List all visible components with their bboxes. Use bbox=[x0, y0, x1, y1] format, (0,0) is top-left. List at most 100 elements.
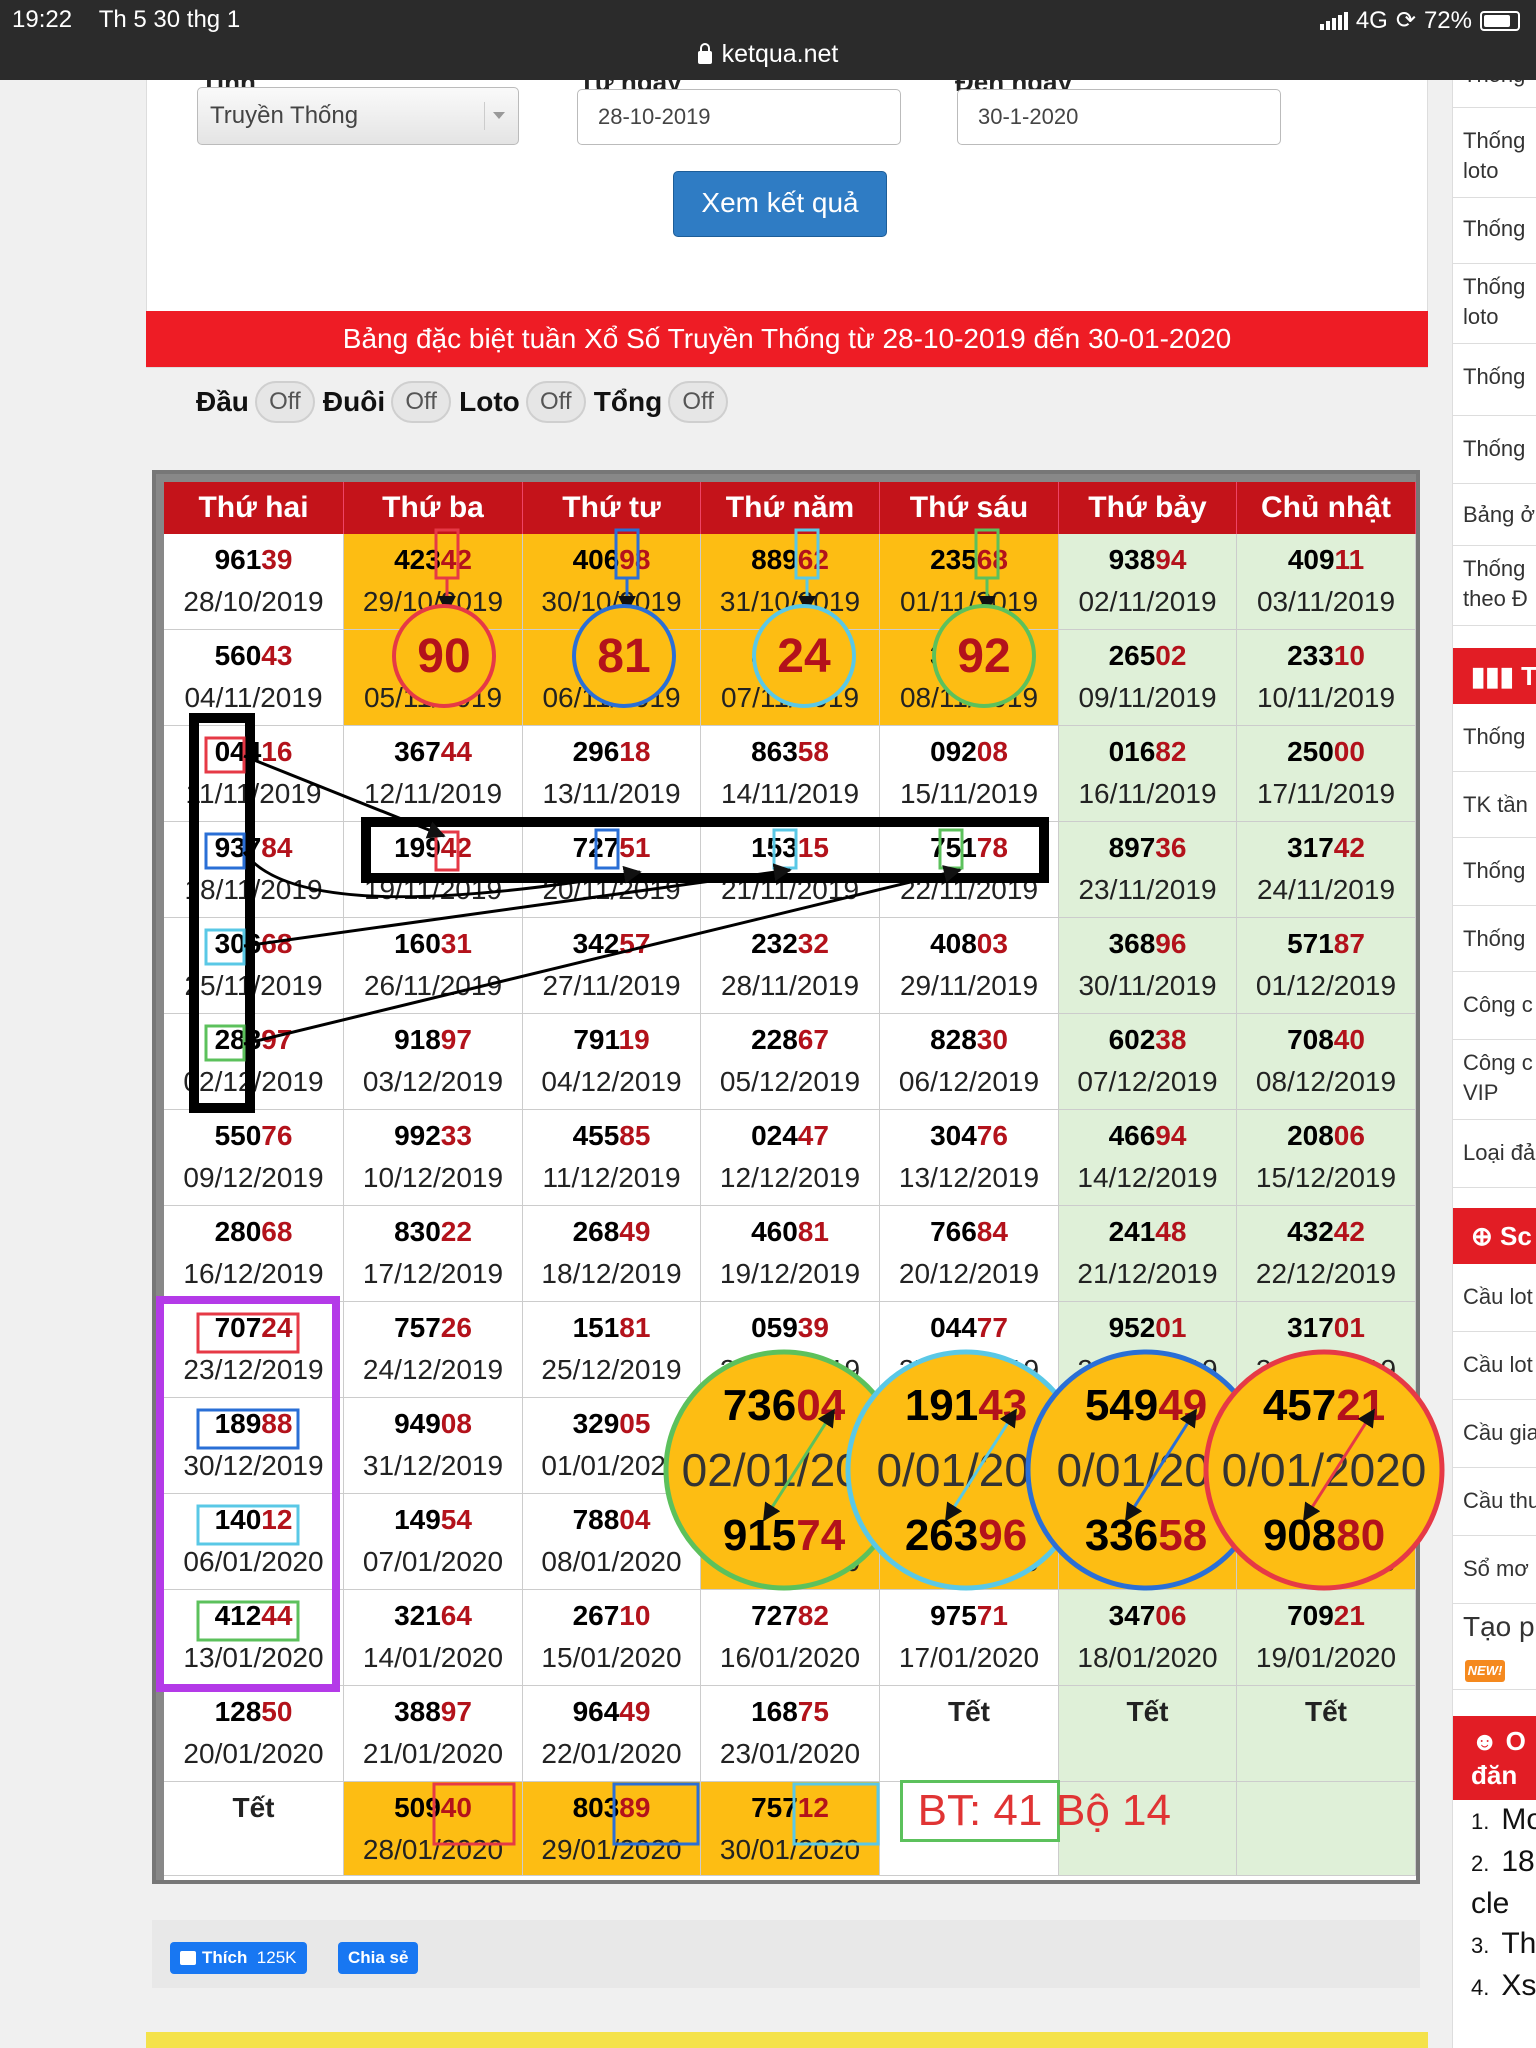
result-tail-digits: 31 bbox=[440, 928, 472, 959]
sidebar-item[interactable]: Thống bbox=[1453, 344, 1536, 416]
sidebar-item[interactable]: Thống loto bbox=[1453, 118, 1536, 198]
results-table: Thứ hai Thứ ba Thứ tư Thứ năm Thứ sáu Thứ bảy… bbox=[152, 470, 1420, 1884]
view-results-button[interactable]: Xem kết quả bbox=[673, 171, 887, 237]
result-date: 01/12/2019 bbox=[1255, 970, 1397, 1001]
toggle-loto[interactable]: Off bbox=[525, 381, 586, 423]
result-tail-digits: 78 bbox=[976, 832, 1008, 863]
toggle-label-tong: Tổng bbox=[593, 386, 663, 417]
sidebar-item[interactable]: Thống loto bbox=[1453, 264, 1536, 344]
result-tail-digits: 32 bbox=[797, 928, 829, 959]
result-cell: 19143 03/01/2020 bbox=[880, 1398, 1059, 1494]
result-number: 72782 bbox=[701, 1600, 879, 1632]
results-grid: Thứ hai Thứ ba Thứ tư Thứ năm Thứ sáu Thứ bảy… bbox=[164, 482, 1416, 1880]
toggle-dau[interactable]: Off bbox=[254, 381, 315, 423]
facebook-share-button[interactable]: Chia sẻ bbox=[338, 1942, 419, 1974]
result-tail-digits: 02 bbox=[1155, 640, 1187, 671]
sidebar-item[interactable]: TK tần bbox=[1453, 772, 1536, 838]
signal-icon bbox=[1319, 11, 1348, 30]
result-number: 43242 bbox=[1237, 1216, 1415, 1248]
toggle-tong[interactable]: Off bbox=[668, 381, 729, 423]
sidebar-item[interactable]: Thống bbox=[1453, 198, 1536, 264]
result-number: 63490 bbox=[344, 640, 522, 672]
result-head-digits: 560 bbox=[214, 640, 262, 671]
sidebar-item[interactable]: Thống bbox=[1453, 704, 1536, 772]
result-head-digits: 140 bbox=[214, 1504, 262, 1535]
result-tail-digits: 96 bbox=[976, 1504, 1008, 1535]
result-cell: 56043 04/11/2019 bbox=[164, 630, 344, 726]
result-number: 26710 bbox=[523, 1600, 700, 1632]
list-item[interactable]: 2. 18 cle bbox=[1471, 1842, 1536, 1924]
sidebar-item[interactable]: Bảng ở bbox=[1453, 484, 1536, 546]
sidebar-item[interactable]: Thống theo Đ bbox=[1453, 546, 1536, 626]
result-tail-digits: 21 bbox=[1333, 1408, 1365, 1439]
list-item[interactable]: 4. Xs bbox=[1471, 1966, 1536, 2008]
province-select[interactable]: Truyền Thống bbox=[197, 87, 519, 145]
result-tail-digits: 01 bbox=[1155, 1312, 1187, 1343]
sidebar-item[interactable]: Sổ mơ bbox=[1453, 1536, 1536, 1604]
to-date-input[interactable]: 30-1-2020 bbox=[957, 89, 1281, 145]
result-cell: 91574 09/01/2020 bbox=[701, 1494, 880, 1590]
sidebar-item[interactable]: Loại đả bbox=[1453, 1120, 1536, 1188]
toggle-duoi[interactable]: Off bbox=[391, 381, 452, 423]
result-tail-digits: 84 bbox=[261, 832, 293, 863]
result-tail-digits: 18 bbox=[619, 736, 651, 767]
result-head-digits: 708 bbox=[1287, 1024, 1334, 1055]
list-item[interactable]: 1.Mo bbox=[1471, 1800, 1536, 1842]
facebook-like-button[interactable]: Thích 125K bbox=[170, 1942, 307, 1974]
sidebar-item[interactable]: Công c bbox=[1453, 972, 1536, 1040]
result-cell: 32905 01/01/2020 bbox=[523, 1398, 701, 1494]
result-head-digits: 889 bbox=[751, 544, 798, 575]
result-cell: 46081 19/12/2019 bbox=[701, 1206, 880, 1302]
result-head-digits: 280 bbox=[214, 1216, 262, 1247]
result-tail-digits: 87 bbox=[1333, 928, 1365, 959]
sidebar-item[interactable]: Cầu lot bbox=[1453, 1332, 1536, 1400]
result-cell: 83022 17/12/2019 bbox=[344, 1206, 523, 1302]
result-number: 55076 bbox=[164, 1120, 343, 1152]
result-number: 15315 bbox=[701, 832, 879, 864]
list-item[interactable]: 3. Th bbox=[1471, 1924, 1536, 1966]
result-date: 10/11/2019 bbox=[1256, 682, 1396, 713]
result-head-digits: 406 bbox=[572, 544, 620, 575]
result-cell: 54949 04/01/2020 bbox=[1059, 1398, 1237, 1494]
sidebar-list: 1.Mo 2.18 cle 3.Th 4.Xs bbox=[1453, 1800, 1536, 2008]
result-head-digits: 092 bbox=[930, 736, 977, 767]
sidebar-item[interactable]: Thống bbox=[1453, 906, 1536, 972]
result-cell: 20806 15/12/2019 bbox=[1237, 1110, 1416, 1206]
result-cell: 23568 01/11/2019 bbox=[880, 534, 1059, 630]
result-tail-digits: 19 bbox=[618, 1024, 650, 1055]
sidebar-item[interactable]: Thống bbox=[1453, 838, 1536, 906]
result-number: 37192 bbox=[880, 640, 1058, 672]
result-head-digits: 550 bbox=[214, 1120, 262, 1151]
status-bar: 19:22 Th 5 30 thg 1 4G ⟳ 72% bbox=[0, 0, 1536, 38]
result-head-digits: 283 bbox=[214, 1024, 262, 1055]
sidebar-item[interactable]: Công c VIP bbox=[1453, 1040, 1536, 1120]
sidebar-item[interactable]: Cầu gia bbox=[1453, 1400, 1536, 1468]
result-date: 29/01/2020 bbox=[541, 1834, 682, 1865]
result-tail-digits: 24 bbox=[261, 1312, 293, 1343]
result-tail-digits: 80 bbox=[1333, 1504, 1365, 1535]
result-number: 88962 bbox=[701, 544, 879, 576]
result-cell: 75178 22/11/2019 bbox=[880, 822, 1059, 918]
result-cell: 78804 08/01/2020 bbox=[523, 1494, 701, 1590]
sidebar-item[interactable]: Thống bbox=[1453, 80, 1536, 108]
result-date: 29/10/2019 bbox=[362, 586, 504, 617]
sidebar-item[interactable]: Thống bbox=[1453, 416, 1536, 484]
result-cell: 31701 29/12/2019 bbox=[1237, 1302, 1416, 1398]
result-head-digits: 766 bbox=[930, 1216, 977, 1247]
like-label: Thích bbox=[202, 1948, 248, 1967]
result-date: 16/12/2019 bbox=[183, 1258, 324, 1289]
result-number: 50940 bbox=[344, 1792, 522, 1824]
sidebar-item[interactable]: Cầu lot bbox=[1453, 1264, 1536, 1332]
from-date-input[interactable]: 28-10-2019 bbox=[577, 89, 901, 145]
result-tail-digits: 39 bbox=[261, 544, 293, 575]
sidebar-item[interactable]: Cầu thư bbox=[1453, 1468, 1536, 1536]
result-head-digits: 509 bbox=[394, 1792, 441, 1823]
url-bar[interactable]: ketqua.net bbox=[0, 38, 1536, 80]
result-number: 96449 bbox=[523, 1696, 700, 1728]
result-cell: 75726 24/12/2019 bbox=[344, 1302, 523, 1398]
result-number: 12850 bbox=[164, 1696, 343, 1728]
result-number: 18988 bbox=[164, 1408, 343, 1440]
result-cell: 26396 10/01/2020 bbox=[880, 1494, 1059, 1590]
result-number: 41244 bbox=[164, 1600, 343, 1632]
result-date: 12/01/2020 bbox=[1255, 1546, 1397, 1577]
